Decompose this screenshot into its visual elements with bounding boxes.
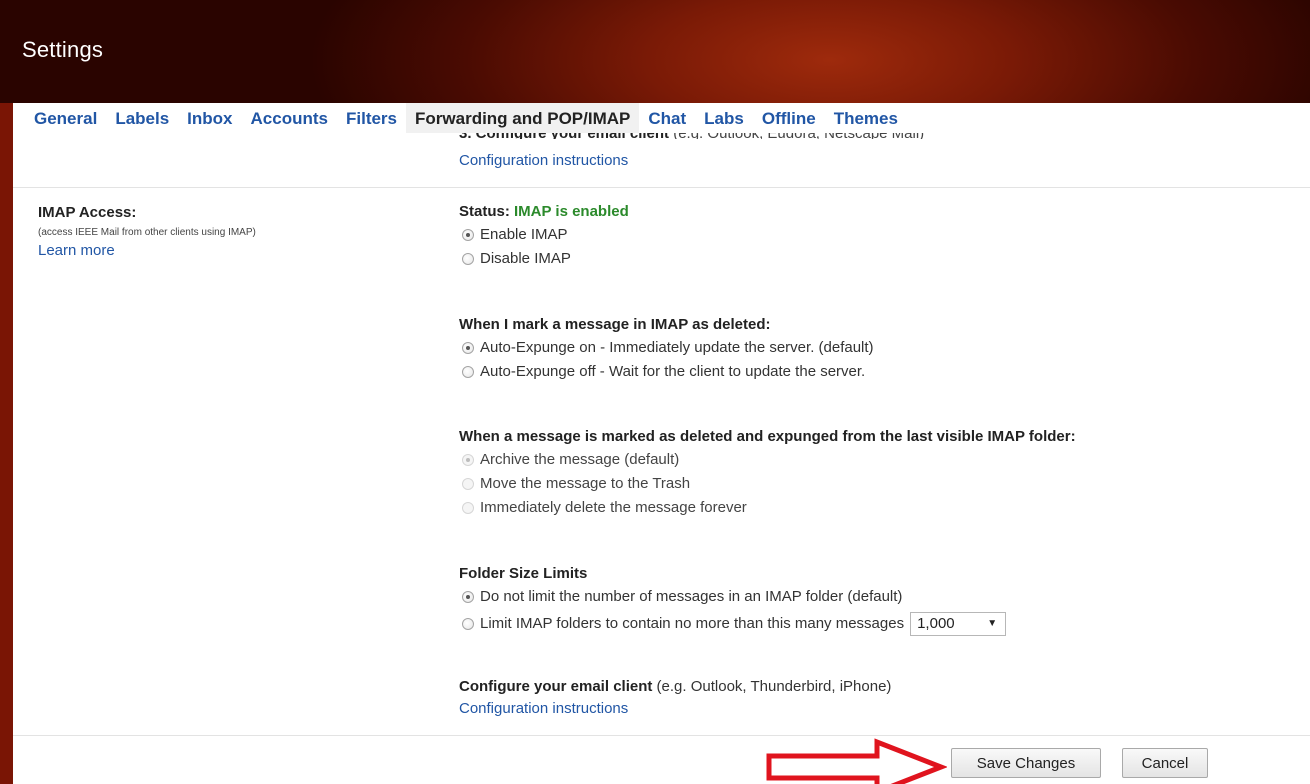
radio-unchecked-disabled-icon[interactable] <box>462 478 474 490</box>
tab-accounts[interactable]: Accounts <box>242 103 337 133</box>
radio-checked-icon[interactable] <box>462 229 474 241</box>
expunged-heading: When a message is marked as deleted and … <box>459 428 1076 445</box>
imap-access-subtitle: (access IEEE Mail from other clients usi… <box>38 227 256 238</box>
tab-general[interactable]: General <box>25 103 106 133</box>
limit-option[interactable]: Limit IMAP folders to contain no more th… <box>459 609 1007 639</box>
configure-heading-note: (e.g. Outlook, Thunderbird, iPhone) <box>652 678 892 695</box>
cancel-button[interactable]: Cancel <box>1122 748 1208 778</box>
status-label: Status: <box>459 203 515 220</box>
radio-unchecked-icon[interactable] <box>462 366 474 378</box>
auto-expunge-off-label: Auto-Expunge off - Wait for the client t… <box>480 363 866 380</box>
imap-deleted-section: When I mark a message in IMAP as deleted… <box>459 314 874 384</box>
imap-status-section: Status: IMAP is enabled Enable IMAP Disa… <box>459 201 629 271</box>
imap-status: Status: IMAP is enabled <box>459 201 629 223</box>
enable-imap-option[interactable]: Enable IMAP <box>459 223 629 247</box>
message-limit-select[interactable]: 1,000 ▼ <box>910 612 1007 636</box>
auto-expunge-on-label: Auto-Expunge on - Immediately update the… <box>480 339 874 356</box>
save-changes-button[interactable]: Save Changes <box>951 748 1101 778</box>
radio-checked-icon[interactable] <box>462 342 474 354</box>
learn-more-link[interactable]: Learn more <box>38 242 115 259</box>
folder-limits-heading: Folder Size Limits <box>459 565 588 582</box>
footer-divider <box>13 735 1310 736</box>
limit-label: Limit IMAP folders to contain no more th… <box>480 615 905 632</box>
tab-inbox[interactable]: Inbox <box>178 103 241 133</box>
no-limit-option[interactable]: Do not limit the number of messages in a… <box>459 585 1006 609</box>
tab-themes[interactable]: Themes <box>825 103 907 133</box>
trash-label: Move the message to the Trash <box>480 475 691 492</box>
status-value: IMAP is enabled <box>514 203 629 220</box>
message-limit-value: 1,000 <box>917 615 955 632</box>
radio-unchecked-icon[interactable] <box>462 618 474 630</box>
auto-expunge-on-option[interactable]: Auto-Expunge on - Immediately update the… <box>459 336 874 360</box>
configure-client-section: Configure your email client (e.g. Outloo… <box>459 676 891 720</box>
page-title: Settings <box>22 37 104 62</box>
configure-heading-text: Configure your email client <box>459 678 653 695</box>
archive-option[interactable]: Archive the message (default) <box>459 448 1076 472</box>
delete-forever-label: Immediately delete the message forever <box>480 499 747 516</box>
imap-access-title: IMAP Access: <box>38 204 137 221</box>
tab-offline[interactable]: Offline <box>753 103 825 133</box>
trash-option[interactable]: Move the message to the Trash <box>459 472 1076 496</box>
auto-expunge-off-option[interactable]: Auto-Expunge off - Wait for the client t… <box>459 360 874 384</box>
radio-checked-disabled-icon[interactable] <box>462 454 474 466</box>
radio-checked-icon[interactable] <box>462 591 474 603</box>
tab-labels[interactable]: Labels <box>106 103 178 133</box>
dropdown-arrow-icon: ▼ <box>987 618 998 629</box>
tab-forwarding-pop-imap[interactable]: Forwarding and POP/IMAP <box>406 103 640 133</box>
window-frame <box>0 103 13 784</box>
settings-panel: General Labels Inbox Accounts Filters Fo… <box>13 103 1310 784</box>
disable-imap-option[interactable]: Disable IMAP <box>459 247 629 271</box>
radio-unchecked-disabled-icon[interactable] <box>462 502 474 514</box>
config-instructions-link-top[interactable]: Configuration instructions <box>459 152 628 169</box>
settings-header: Settings <box>0 0 1310 103</box>
radio-unchecked-icon[interactable] <box>462 253 474 265</box>
settings-tabs: General Labels Inbox Accounts Filters Fo… <box>13 103 1310 133</box>
tab-filters[interactable]: Filters <box>337 103 406 133</box>
imap-access-label-block: IMAP Access: (access IEEE Mail from othe… <box>38 204 438 260</box>
section-divider <box>13 187 1310 188</box>
imap-expunged-section: When a message is marked as deleted and … <box>459 426 1076 520</box>
configure-heading: Configure your email client (e.g. Outloo… <box>459 676 891 698</box>
deleted-heading: When I mark a message in IMAP as deleted… <box>459 316 771 333</box>
tab-chat[interactable]: Chat <box>639 103 695 133</box>
no-limit-label: Do not limit the number of messages in a… <box>480 588 903 605</box>
tab-labs[interactable]: Labs <box>695 103 753 133</box>
disable-imap-label: Disable IMAP <box>480 250 571 267</box>
red-arrow-icon <box>766 738 947 784</box>
config-instructions-link[interactable]: Configuration instructions <box>459 700 628 717</box>
enable-imap-label: Enable IMAP <box>480 226 568 243</box>
folder-size-section: Folder Size Limits Do not limit the numb… <box>459 563 1007 639</box>
delete-forever-option[interactable]: Immediately delete the message forever <box>459 496 1076 520</box>
archive-label: Archive the message (default) <box>480 451 680 468</box>
